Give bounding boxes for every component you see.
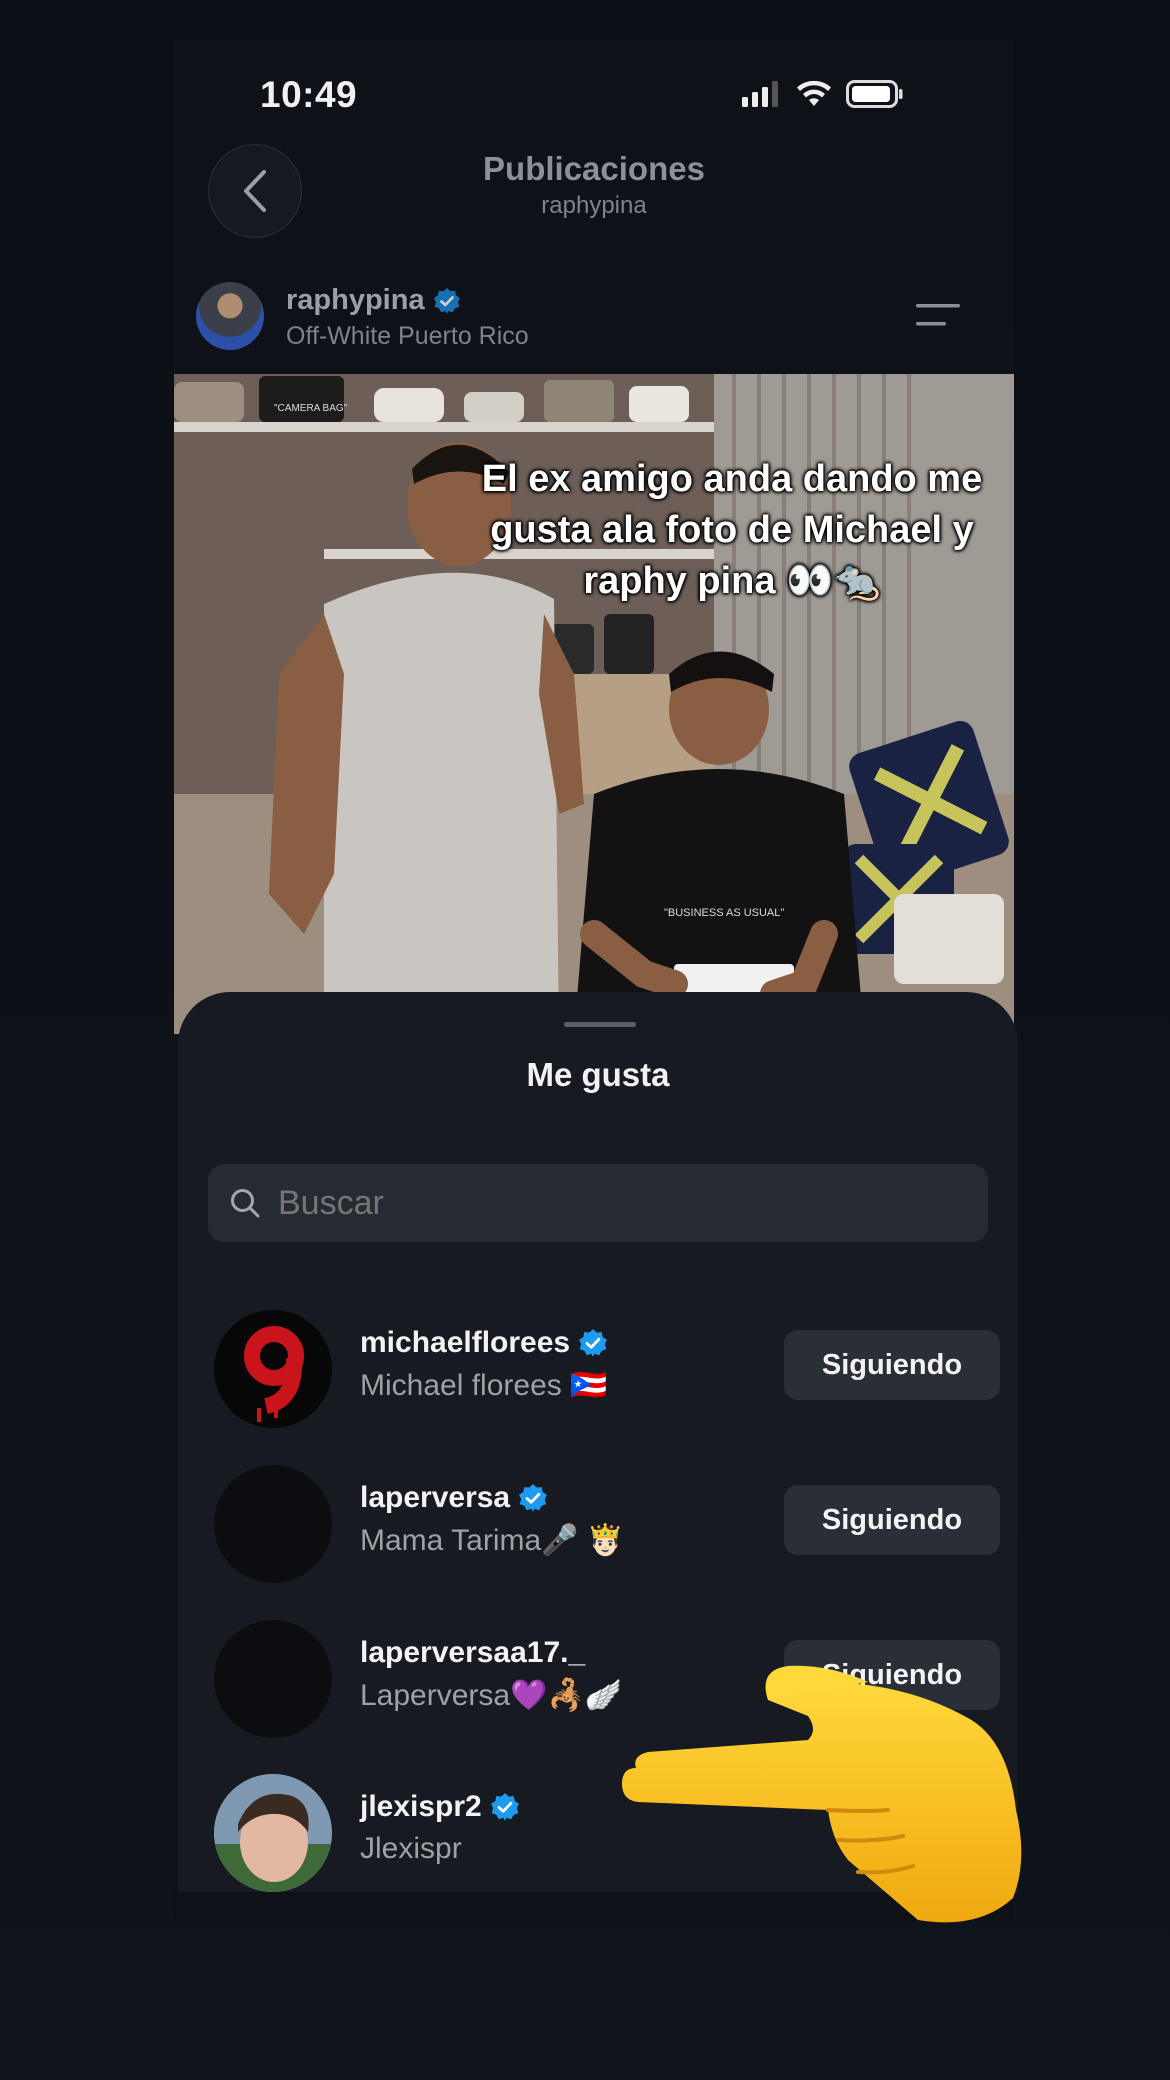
status-time: 10:49 [260,74,358,115]
search-icon [231,1189,260,1218]
verified-badge-icon [490,1793,519,1821]
avatar[interactable] [214,1310,332,1428]
list-item-display-name: Michael florees 🇵🇷 [360,1369,608,1402]
list-item-username: laperversaa17._ [360,1636,586,1669]
signal-icon [742,81,778,107]
sheet-title: Me gusta [526,1056,670,1093]
avatar[interactable] [214,1620,332,1738]
post-photo[interactable]: "CAMERA BAG" "BUSINESS AS USUAL" El ex a… [174,374,1014,1034]
list-item-display-name: Jlexispr [360,1832,462,1865]
page-subtitle: raphypina [541,192,647,219]
search-bar[interactable] [208,1164,988,1242]
list-item-username: laperversa [360,1481,511,1514]
phone-screen: 10:49 Publicaciones raphypina raphypina [174,40,1018,1920]
page-title: Publicaciones [483,150,705,187]
list-item[interactable]: michaelflorees Michael florees 🇵🇷 Siguie… [178,1310,1018,1440]
more-options-icon[interactable] [916,302,960,328]
post-author-avatar[interactable] [196,282,264,350]
verified-badge-icon [519,1484,548,1512]
wifi-icon [797,80,831,106]
list-item-username-row[interactable]: laperversaa17._ [360,1636,585,1670]
search-input[interactable] [276,1182,880,1224]
pointing-hand-icon [622,1665,1022,1923]
post-author[interactable]: raphypina [286,284,461,317]
list-item-display-name: Laperversa💜🦂🪽 [360,1679,623,1712]
shirt-label: "BUSINESS AS USUAL" [664,907,784,919]
verified-badge-icon [433,287,460,314]
following-button[interactable]: Siguiendo [784,1485,1000,1555]
sheet-grabber[interactable] [564,1022,636,1027]
avatar-nine-graphic [214,1310,332,1428]
post-location[interactable]: Off-White Puerto Rico [286,322,529,351]
following-button[interactable]: Siguiendo [784,1330,1000,1400]
list-item[interactable]: laperversa Mama Tarima🎤 🤴🏻 Siguiendo [178,1465,1018,1595]
list-item-username: jlexispr2 [360,1790,482,1823]
list-item-username-row[interactable]: michaelflorees [360,1326,608,1360]
photo-caption-overlay: El ex amigo anda dando me gusta ala foto… [481,458,983,602]
verified-badge-icon [579,1329,608,1357]
avatar[interactable] [214,1774,332,1892]
status-icons [742,80,904,108]
battery-icon [846,80,903,108]
list-item-username: michaelflorees [360,1326,571,1359]
post-author-username: raphypina [286,284,425,316]
list-item-display-name: Mama Tarima🎤 🤴🏻 [360,1524,625,1557]
list-item-username-row[interactable]: jlexispr2 [360,1790,520,1824]
avatar-photo [214,1774,332,1892]
bag-label: "CAMERA BAG" [274,403,348,414]
avatar[interactable] [214,1465,332,1583]
list-item-username-row[interactable]: laperversa [360,1481,548,1515]
